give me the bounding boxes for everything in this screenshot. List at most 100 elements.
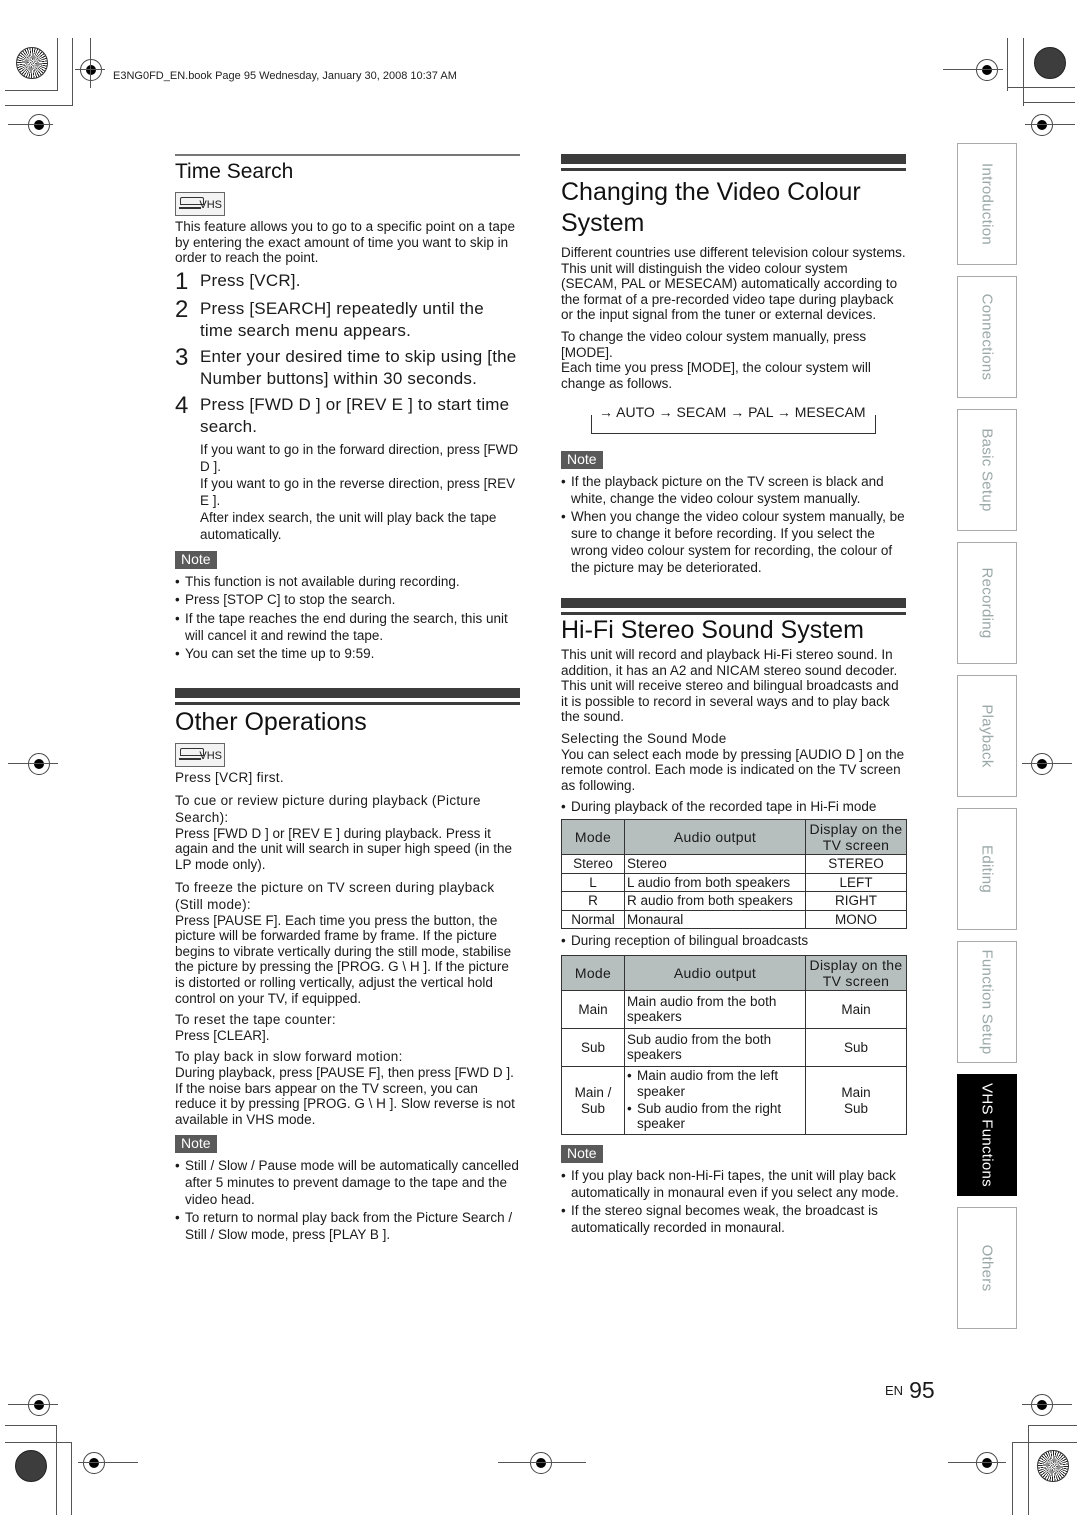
op-block: To reset the tape counter: Press [CLEAR]… bbox=[175, 1012, 520, 1043]
crop-line bbox=[90, 38, 91, 88]
header-cell: Mode bbox=[561, 954, 625, 991]
bilingual-table: Mode Audio output Display on the TV scre… bbox=[561, 954, 907, 1136]
header-cell: Display on the TV screen bbox=[805, 954, 907, 991]
paragraph: You can select each mode by pressing [AU… bbox=[561, 746, 905, 793]
hifi-playback-table: Mode Audio output Display on the TV scre… bbox=[561, 818, 907, 930]
crop-mark-dot-bottom-left bbox=[15, 1450, 47, 1482]
time-search-section: Time Search VHS This feature allows you … bbox=[175, 154, 520, 662]
table-caption-list: During playback of the recorded tape in … bbox=[561, 799, 906, 815]
crop-line bbox=[8, 124, 53, 125]
op-heading: To freeze the picture on TV screen durin… bbox=[175, 879, 495, 912]
cell: Main audio from the both speakers bbox=[624, 989, 806, 1029]
crop-mark-sunburst-top-left bbox=[16, 47, 48, 79]
op-body: Press [PAUSE F]. Each time you press the… bbox=[175, 912, 512, 1006]
tab-connections[interactable]: Connections bbox=[957, 276, 1017, 398]
tab-label: Playback bbox=[978, 704, 996, 768]
paragraph: This unit will record and playback Hi-Fi… bbox=[561, 647, 899, 725]
vhs-icon: VHS bbox=[175, 742, 225, 767]
step-4-details: If you want to go in the forward directi… bbox=[200, 441, 519, 542]
section-title: Time Search bbox=[175, 160, 294, 183]
tab-basic-setup[interactable]: Basic Setup bbox=[957, 409, 1017, 531]
tab-label: Introduction bbox=[978, 163, 996, 245]
section-title: Other Operations bbox=[175, 708, 367, 737]
tab-editing[interactable]: Editing bbox=[957, 808, 1017, 930]
note-item: Press [STOP C] to stop the search. bbox=[175, 591, 520, 608]
op-body: During playback, press [PAUSE F], then p… bbox=[175, 1064, 515, 1127]
crop-line bbox=[498, 1462, 586, 1463]
cell: LEFT bbox=[805, 872, 907, 893]
op-heading: To cue or review picture during playback… bbox=[175, 792, 481, 825]
cell: Main bbox=[561, 989, 625, 1029]
crop-line bbox=[1028, 1425, 1029, 1515]
crop-line bbox=[1007, 38, 1008, 91]
section-rule bbox=[175, 688, 520, 699]
tab-vhs-functions[interactable]: VHS Functions bbox=[957, 1074, 1017, 1196]
crop-line bbox=[5, 90, 57, 91]
op-heading: To reset the tape counter: bbox=[175, 1012, 336, 1028]
table-row: Main / Sub Main audio from the left spea… bbox=[561, 1065, 907, 1136]
table-caption-list: During reception of bilingual broadcasts bbox=[561, 933, 906, 949]
table-header-row: Mode Audio output Display on the TV scre… bbox=[561, 954, 907, 991]
right-column: Changing the Video Colour System Differe… bbox=[561, 154, 907, 1238]
tab-playback[interactable]: Playback bbox=[957, 675, 1017, 797]
note-label: Note bbox=[175, 550, 217, 569]
tab-function-setup[interactable]: Function Setup bbox=[957, 941, 1017, 1063]
registration-mark bbox=[530, 1452, 552, 1474]
cell: Main audio from the left speaker Sub aud… bbox=[624, 1065, 806, 1136]
crop-line bbox=[72, 38, 73, 106]
cell: Stereo bbox=[624, 853, 806, 874]
table-row: Sub Sub audio from the both speakers Sub bbox=[561, 1027, 907, 1067]
header-cell: Mode bbox=[561, 818, 625, 855]
step-2: 2 Press [SEARCH] repeatedly until the tim… bbox=[175, 295, 484, 340]
crop-line bbox=[57, 38, 58, 91]
note-item: To return to normal play back from the P… bbox=[175, 1209, 520, 1243]
cell: Main Sub bbox=[805, 1065, 907, 1136]
step-4: 4 Press [FWD D ] or [REV E ] to start tim… bbox=[175, 391, 510, 436]
note-item: If the playback picture on the TV screen… bbox=[561, 473, 906, 507]
table-row: Stereo Stereo STEREO bbox=[561, 853, 907, 874]
cell: Main / Sub bbox=[561, 1065, 625, 1136]
note-item: If you play back non-Hi-Fi tapes, the un… bbox=[561, 1167, 906, 1201]
op-block: To play back in slow forward motion: Dur… bbox=[175, 1049, 520, 1127]
note-list: If you play back non-Hi-Fi tapes, the un… bbox=[561, 1167, 906, 1237]
section-rule bbox=[561, 154, 906, 164]
cell: R audio from both speakers bbox=[624, 891, 806, 911]
step-1: 1 Press [VCR]. bbox=[175, 267, 301, 295]
cell: RIGHT bbox=[805, 891, 907, 911]
tab-recording[interactable]: Recording bbox=[957, 542, 1017, 664]
note-item: You can set the time up to 9:59. bbox=[175, 645, 520, 662]
section-rule-sub bbox=[561, 168, 906, 171]
note-label: Note bbox=[561, 1145, 603, 1163]
hifi-section: Hi-Fi Stereo Sound System This unit will… bbox=[561, 598, 907, 1237]
tab-label: Connections bbox=[978, 293, 996, 381]
paragraph: Different countries use different televi… bbox=[561, 245, 906, 260]
tab-introduction[interactable]: Introduction bbox=[957, 143, 1017, 265]
cell: L audio from both speakers bbox=[624, 872, 806, 893]
registration-mark bbox=[28, 114, 50, 136]
crop-line bbox=[5, 1425, 56, 1426]
op-block: To cue or review picture during playback… bbox=[175, 792, 520, 873]
note-list: Still / Slow / Pause mode will be automa… bbox=[175, 1157, 520, 1244]
other-operations-section: Other Operations VHS Press [VCR] first. … bbox=[175, 688, 520, 1243]
cell: Sub audio from the both speakers bbox=[624, 1027, 806, 1067]
op-body: Press [CLEAR]. bbox=[175, 1027, 270, 1043]
crop-line bbox=[1022, 763, 1072, 764]
tab-others[interactable]: Others bbox=[957, 1207, 1017, 1329]
registration-mark bbox=[976, 59, 998, 81]
instruction: Press [VCR] first. bbox=[175, 770, 284, 786]
table-row: Normal Monaural MONO bbox=[561, 909, 907, 930]
section-title: Changing the Video Colour System bbox=[561, 178, 861, 237]
cycle-sequence: → AUTO → SECAM → PAL → MESECAM bbox=[596, 405, 869, 421]
op-body: Press [FWD D ] or [REV E ] during playba… bbox=[175, 825, 512, 873]
table-caption: During playback of the recorded tape in … bbox=[561, 799, 906, 815]
crop-mark-dot-top-right bbox=[1034, 47, 1066, 79]
intro-text: This feature allows you to go to a speci… bbox=[175, 219, 515, 266]
header-cell: Display on the TV screen bbox=[805, 818, 907, 855]
crop-line bbox=[1007, 87, 1075, 88]
cell: Sub bbox=[561, 1027, 625, 1067]
page-number: EN 95 bbox=[885, 1377, 935, 1404]
cell: Normal bbox=[561, 909, 625, 930]
left-column: Time Search VHS This feature allows you … bbox=[175, 154, 520, 1245]
print-header: E3NG0FD_EN.book Page 95 Wednesday, Janua… bbox=[113, 70, 457, 82]
crop-line bbox=[71, 1442, 72, 1515]
